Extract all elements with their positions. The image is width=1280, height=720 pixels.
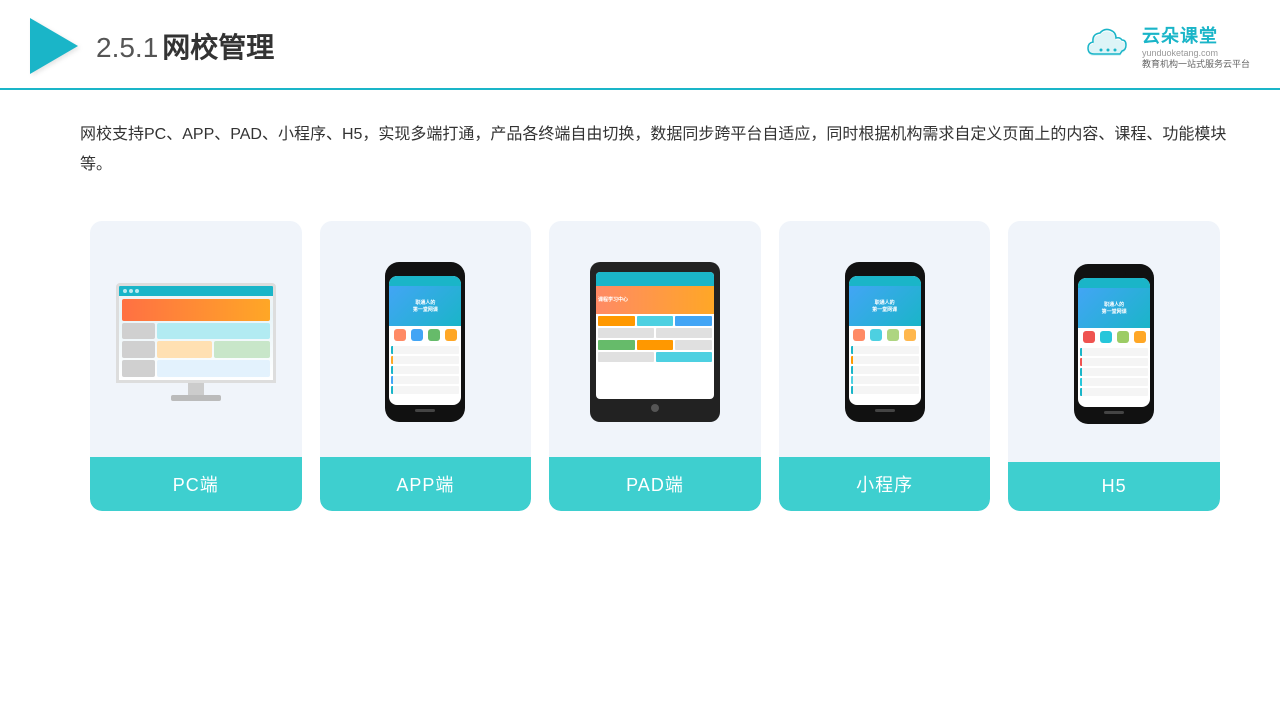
brand-logo: 云朵课堂 yunduoketang.com 教育机构一站式服务云平台 [1082,22,1250,71]
h5-phone-screen: 职通人的第一堂网课 [1078,278,1150,407]
devices-container: PC端 职通人的第一堂网课 [80,221,1230,511]
title-number: 2.5.1 [96,32,158,63]
app-phone-frame: 职通人的第一堂网课 [385,262,465,422]
pc-monitor [116,283,276,401]
brand-tagline: 教育机构一站式服务云平台 [1142,58,1250,71]
brand-name: 云朵课堂 [1142,22,1218,48]
app-phone: 职通人的第一堂网课 [385,262,465,422]
h5-phone-notch [1102,270,1126,276]
monitor-stand-base [171,395,221,401]
device-card-pad: 课程学习中心 [549,221,761,511]
mini-image-area: 职通人的第一堂网课 [795,241,975,443]
pc-image-area [106,241,286,443]
mini-home-indicator [875,409,895,412]
pad-tablet: 课程学习中心 [590,262,720,422]
device-card-miniprogram: 职通人的第一堂网课 [779,221,991,511]
page-header: 2.5.1网校管理 云朵课堂 yunduoketang.com 教育机构一站式服… [0,0,1280,90]
h5-phone-frame: 职通人的第一堂网课 [1074,264,1154,424]
description-text: 网校支持PC、APP、PAD、小程序、H5，实现多端打通，产品各终端自由切换，数… [80,120,1230,181]
cloud-icon [1082,28,1134,64]
h5-home-indicator [1104,411,1124,414]
home-indicator [415,409,435,412]
header-left: 2.5.1网校管理 [30,18,274,74]
app-label: APP端 [320,457,532,511]
tablet-frame: 课程学习中心 [590,262,720,422]
tablet-button [651,404,659,412]
tablet-screen: 课程学习中心 [596,272,714,399]
miniprogram-label: 小程序 [779,457,991,511]
mini-phone: 职通人的第一堂网课 [845,262,925,422]
logo-triangle-icon [30,18,78,74]
h5-label: H5 [1008,462,1220,511]
h5-image-area: 职通人的第一堂网课 [1024,241,1204,448]
device-card-h5: 职通人的第一堂网课 [1008,221,1220,511]
brand-url: yunduoketang.com [1142,48,1218,58]
app-image-area: 职通人的第一堂网课 [336,241,516,443]
pad-image-area: 课程学习中心 [565,241,745,443]
main-content: 网校支持PC、APP、PAD、小程序、H5，实现多端打通，产品各终端自由切换，数… [0,90,1280,531]
pc-label: PC端 [90,457,302,511]
app-phone-screen: 职通人的第一堂网课 [389,276,461,405]
brand-text: 云朵课堂 yunduoketang.com 教育机构一站式服务云平台 [1142,22,1250,71]
mini-phone-screen: 职通人的第一堂网课 [849,276,921,405]
pad-label: PAD端 [549,457,761,511]
page-title: 2.5.1网校管理 [96,26,274,66]
mini-phone-frame: 职通人的第一堂网课 [845,262,925,422]
phone-notch [413,268,437,274]
title-text: 网校管理 [162,32,274,63]
mini-phone-notch [873,268,897,274]
device-card-pc: PC端 [90,221,302,511]
h5-phone: 职通人的第一堂网课 [1074,264,1154,424]
device-card-app: 职通人的第一堂网课 [320,221,532,511]
monitor-screen [116,283,276,383]
monitor-stand-neck [188,383,204,395]
